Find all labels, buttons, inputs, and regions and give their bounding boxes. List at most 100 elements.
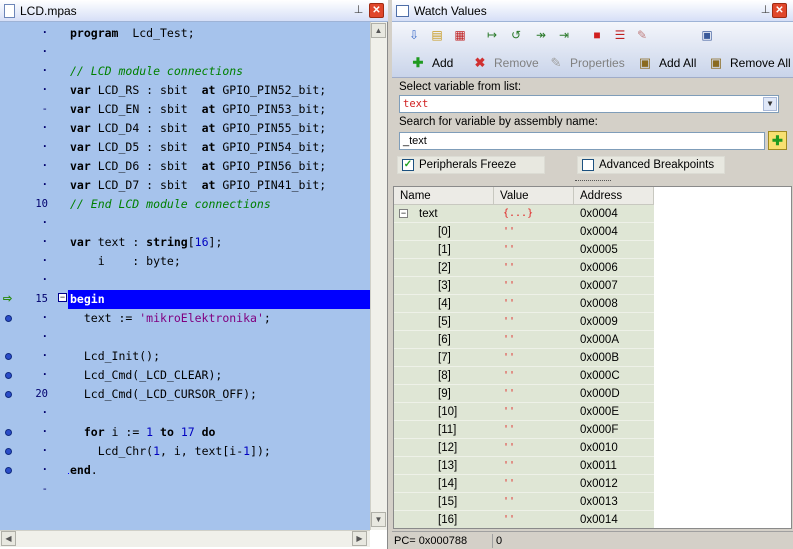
cell-address: 0x0006 (580, 262, 618, 274)
table-row[interactable]: [8] '' 0x000C (394, 367, 654, 385)
clear-icon[interactable]: ▦ (452, 27, 468, 43)
table-row[interactable]: [15] '' 0x0013 (394, 493, 654, 511)
code-line: for i := 1 to 17 do (70, 423, 216, 442)
table-row[interactable]: [0] '' 0x0004 (394, 223, 654, 241)
table-row[interactable]: [1] '' 0x0005 (394, 241, 654, 259)
cell-address: 0x0013 (580, 496, 618, 508)
table-row[interactable]: − text {...} 0x0004 (394, 205, 654, 223)
add-variable-icon[interactable]: ✚ (768, 131, 787, 150)
peripherals-freeze-checkbox[interactable]: ✓ Peripherals Freeze (397, 156, 545, 174)
stop-icon[interactable]: ■ (589, 27, 605, 43)
chevron-down-icon[interactable]: ▼ (763, 97, 777, 111)
peripherals-freeze-label: Peripherals Freeze (419, 159, 517, 171)
step-over-icon[interactable]: ↦ (484, 27, 500, 43)
column-header-name[interactable]: Name (394, 187, 494, 205)
jump-icon[interactable]: ⇥ (556, 27, 572, 43)
editor-horizontal-scrollbar[interactable]: ◀ ▶ (0, 530, 370, 547)
breakpoint-marker[interactable] (5, 353, 12, 360)
breakpoints-icon[interactable]: ☰ (612, 27, 628, 43)
editor-gutter: · · · · - · · · · 10 · · · · 15 · · · · 20 · · · · - (0, 22, 68, 530)
scroll-up-button[interactable]: ▲ (371, 23, 386, 38)
code-token: at (201, 178, 216, 192)
cell-address: 0x000D (580, 388, 620, 400)
search-variable-input[interactable]: _text (399, 132, 765, 150)
breakpoint-marker[interactable] (5, 429, 12, 436)
code-line: text := 'mikroElektronika'; (70, 309, 271, 328)
run-to-cursor-icon[interactable]: ↠ (533, 27, 549, 43)
cell-value: '' (503, 514, 516, 525)
code-line: Lcd_Cmd(_LCD_CURSOR_OFF); (70, 385, 257, 404)
code-token: var (70, 159, 91, 173)
add-all-button[interactable]: ▣ Add All (637, 53, 697, 73)
properties-button[interactable]: ✎ Properties (548, 53, 625, 73)
table-row[interactable]: [14] '' 0x0012 (394, 475, 654, 493)
line-number: · (41, 464, 48, 476)
table-row[interactable]: [6] '' 0x000A (394, 331, 654, 349)
table-row[interactable]: [7] '' 0x000B (394, 349, 654, 367)
fold-toggle-icon[interactable]: − (58, 293, 67, 302)
load-icon[interactable]: ▤ (429, 27, 445, 43)
table-row[interactable]: [9] '' 0x000D (394, 385, 654, 403)
code-token: ; (263, 311, 271, 325)
close-watch-button[interactable]: ✕ (772, 3, 787, 18)
code-token: do (194, 425, 216, 439)
cell-name: [14] (438, 478, 458, 490)
column-header-value[interactable]: Value (494, 187, 574, 205)
breakpoint-marker[interactable] (5, 448, 12, 455)
table-row[interactable]: [12] '' 0x0010 (394, 439, 654, 457)
table-row[interactable]: [4] '' 0x0008 (394, 295, 654, 313)
splitter-grip[interactable] (575, 180, 611, 183)
editor-vertical-scrollbar[interactable]: ▲ ▼ (370, 22, 387, 530)
clear-breakpoints-icon[interactable]: ✎ (634, 27, 650, 43)
code-token: 17 (180, 425, 195, 439)
table-row[interactable]: [10] '' 0x000E (394, 403, 654, 421)
table-row[interactable]: [13] '' 0x0011 (394, 457, 654, 475)
scroll-right-button[interactable]: ▶ (352, 531, 367, 546)
table-row[interactable]: [16] '' 0x0014 (394, 511, 654, 528)
code-token: begin (70, 292, 105, 306)
cell-value: '' (503, 298, 516, 309)
watch-icon (396, 4, 409, 17)
select-variable-dropdown[interactable]: text ▼ (399, 95, 779, 113)
unchecked-box (582, 159, 594, 171)
line-number: · (41, 255, 48, 267)
line-number: 20 (35, 388, 48, 400)
properties-icon: ✎ (550, 55, 562, 70)
properties-label: Properties (570, 56, 625, 70)
table-row[interactable]: [5] '' 0x0009 (394, 313, 654, 331)
column-header-address[interactable]: Address (574, 187, 654, 205)
breakpoint-marker[interactable] (5, 372, 12, 379)
remove-button[interactable]: ✖ Remove (472, 53, 539, 73)
scroll-down-button[interactable]: ▼ (371, 512, 386, 527)
scroll-left-button[interactable]: ◀ (1, 531, 16, 546)
line-number: · (41, 369, 48, 381)
status-pc: PC= 0x000788 (394, 535, 468, 547)
table-row[interactable]: [11] '' 0x000F (394, 421, 654, 439)
select-variable-label: Select variable from list: (399, 81, 522, 93)
cell-name: [15] (438, 496, 458, 508)
breakpoint-marker[interactable] (5, 391, 12, 398)
cell-name: [0] (438, 226, 451, 238)
code-token: var (70, 83, 91, 97)
breakpoint-marker[interactable] (5, 315, 12, 322)
line-number: · (41, 122, 48, 134)
add-button[interactable]: ✚ Add (410, 53, 454, 73)
step-into-icon[interactable]: ⇩ (406, 27, 422, 43)
code-token: , i, text[i- (160, 444, 244, 458)
window-icon[interactable]: ▣ (699, 27, 715, 43)
advanced-breakpoints-checkbox[interactable]: Advanced Breakpoints (577, 156, 725, 174)
check-icon: ✓ (402, 159, 414, 171)
cell-address: 0x0009 (580, 316, 618, 328)
cell-name: [7] (438, 352, 451, 364)
table-row[interactable]: [2] '' 0x0006 (394, 259, 654, 277)
current-line-highlight (68, 290, 370, 309)
remove-all-button[interactable]: ▣ Remove All (708, 53, 791, 73)
breakpoint-marker[interactable] (5, 467, 12, 474)
pin-icon[interactable]: ⊥ (351, 3, 366, 18)
code-area[interactable]: program Lcd_Test; // LCD module connectio… (68, 22, 370, 530)
close-editor-button[interactable]: ✕ (369, 3, 384, 18)
step-out-icon[interactable]: ↺ (508, 27, 524, 43)
table-row[interactable]: [3] '' 0x0007 (394, 277, 654, 295)
pin-icon[interactable]: ⊥ (758, 3, 773, 18)
code-token: var (70, 235, 91, 249)
